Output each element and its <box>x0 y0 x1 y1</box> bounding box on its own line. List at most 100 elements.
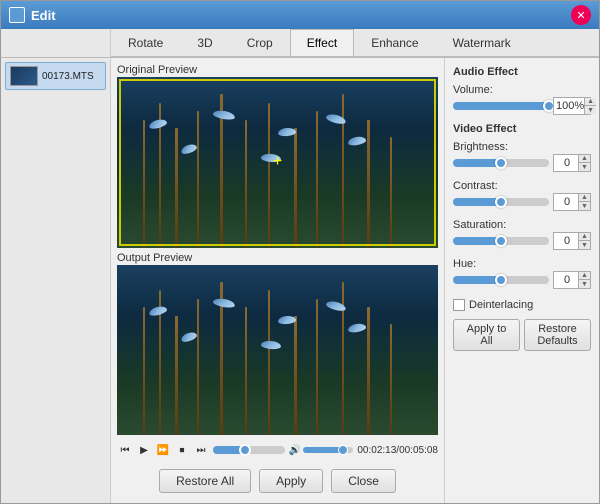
hue-control-row: Hue: 0 ▲ ▼ <box>453 258 591 289</box>
volume-fill <box>303 447 343 453</box>
tab-3d[interactable]: 3D <box>180 29 229 56</box>
close-button[interactable]: ✕ <box>571 5 591 25</box>
saturation-label: Saturation: <box>453 219 591 231</box>
original-preview-box: + <box>117 77 438 248</box>
volume-control: 🔊 <box>289 445 353 456</box>
main-panel: Original Preview <box>111 58 444 503</box>
brightness-down[interactable]: ▼ <box>578 163 590 171</box>
hue-spinbox[interactable]: 0 ▲ ▼ <box>553 271 591 289</box>
saturation-spinbox[interactable]: 0 ▲ ▼ <box>553 232 591 250</box>
contrast-down[interactable]: ▼ <box>578 202 590 210</box>
saturation-down[interactable]: ▼ <box>578 241 590 249</box>
bottom-buttons: Restore All Apply Close <box>117 465 438 497</box>
file-thumbnail <box>10 66 38 86</box>
playback-controls: ⏮ ▶ ⏩ ⏹ ⏭ <box>117 442 209 458</box>
apply-button[interactable]: Apply <box>259 469 323 493</box>
brightness-val: 0 <box>556 157 578 169</box>
volume-slider[interactable] <box>303 447 353 453</box>
brightness-fill <box>453 159 501 167</box>
contrast-val: 0 <box>556 196 578 208</box>
content-area: 00173.MTS Original Preview <box>1 58 599 503</box>
title-bar-left: Edit <box>9 7 56 23</box>
brightness-spinbox[interactable]: 0 ▲ ▼ <box>553 154 591 172</box>
contrast-slider-row: 0 ▲ ▼ <box>453 193 591 211</box>
volume-spinbox-val: 100% <box>556 100 584 112</box>
tab-effect[interactable]: Effect <box>290 29 354 56</box>
hue-label: Hue: <box>453 258 591 270</box>
saturation-handle[interactable] <box>495 235 507 247</box>
contrast-fill <box>453 198 501 206</box>
contrast-label: Contrast: <box>453 180 591 192</box>
deinterlacing-row: Deinterlacing <box>453 299 591 311</box>
tab-bar: Rotate 3D Crop Effect Enhance Watermark <box>111 29 599 57</box>
saturation-arrows: ▲ ▼ <box>578 233 590 249</box>
contrast-control-row: Contrast: 0 ▲ ▼ <box>453 180 591 211</box>
tab-watermark[interactable]: Watermark <box>436 29 528 56</box>
hue-slider[interactable] <box>453 276 549 284</box>
volume-down-arrow[interactable]: ▼ <box>584 106 596 114</box>
restore-defaults-button[interactable]: Restore Defaults <box>524 319 591 351</box>
contrast-arrows: ▲ ▼ <box>578 194 590 210</box>
hue-arrows: ▲ ▼ <box>578 272 590 288</box>
seek-bar[interactable] <box>213 446 285 454</box>
original-video-scene <box>117 77 438 248</box>
skip-end-button[interactable]: ⏭ <box>193 442 209 458</box>
saturation-up[interactable]: ▲ <box>578 233 590 241</box>
hue-handle[interactable] <box>495 274 507 286</box>
volume-spinbox[interactable]: 100% ▲ ▼ <box>553 97 591 115</box>
volume-up-arrow[interactable]: ▲ <box>584 98 596 106</box>
brightness-slider-row: 0 ▲ ▼ <box>453 154 591 172</box>
hue-fill <box>453 276 501 284</box>
output-preview-box <box>117 265 438 436</box>
play-button[interactable]: ▶ <box>136 442 152 458</box>
output-preview-section: Output Preview <box>117 252 438 436</box>
skip-start-button[interactable]: ⏮ <box>117 442 133 458</box>
brightness-handle[interactable] <box>495 157 507 169</box>
apply-to-all-button[interactable]: Apply to All <box>453 319 520 351</box>
title-bar: Edit ✕ <box>1 1 599 29</box>
file-name: 00173.MTS <box>42 71 94 82</box>
tab-rotate[interactable]: Rotate <box>111 29 180 56</box>
volume-slider-fill <box>453 102 549 110</box>
deinterlacing-label: Deinterlacing <box>469 299 533 311</box>
volume-spinbox-arrows: ▲ ▼ <box>584 98 596 114</box>
app-icon <box>9 7 25 23</box>
hue-slider-row: 0 ▲ ▼ <box>453 271 591 289</box>
fast-forward-button[interactable]: ⏩ <box>155 442 171 458</box>
saturation-slider[interactable] <box>453 237 549 245</box>
contrast-spinbox[interactable]: 0 ▲ ▼ <box>553 193 591 211</box>
left-panel: 00173.MTS <box>1 58 111 503</box>
brightness-slider[interactable] <box>453 159 549 167</box>
hue-val: 0 <box>556 274 578 286</box>
saturation-val: 0 <box>556 235 578 247</box>
brightness-label: Brightness: <box>453 141 591 153</box>
contrast-up[interactable]: ▲ <box>578 194 590 202</box>
volume-label: Volume: <box>453 84 591 96</box>
file-item[interactable]: 00173.MTS <box>5 62 106 90</box>
saturation-slider-row: 0 ▲ ▼ <box>453 232 591 250</box>
brightness-up[interactable]: ▲ <box>578 155 590 163</box>
volume-effect-slider[interactable] <box>453 102 549 110</box>
close-dialog-button[interactable]: Close <box>331 469 396 493</box>
edit-window: Edit ✕ Rotate 3D Crop Effect Enhance Wat… <box>0 0 600 504</box>
video-effect-title: Video Effect <box>453 123 591 135</box>
audio-effect-title: Audio Effect <box>453 66 591 78</box>
original-preview-section: Original Preview <box>117 64 438 248</box>
volume-handle[interactable] <box>338 445 348 455</box>
saturation-fill <box>453 237 501 245</box>
saturation-control-row: Saturation: 0 ▲ ▼ <box>453 219 591 250</box>
original-label: Original Preview <box>117 64 438 76</box>
hue-down[interactable]: ▼ <box>578 280 590 288</box>
stop-button[interactable]: ⏹ <box>174 442 190 458</box>
deinterlacing-checkbox[interactable] <box>453 299 465 311</box>
contrast-handle[interactable] <box>495 196 507 208</box>
restore-all-button[interactable]: Restore All <box>159 469 251 493</box>
tab-crop[interactable]: Crop <box>230 29 290 56</box>
contrast-slider[interactable] <box>453 198 549 206</box>
playback-bar: ⏮ ▶ ⏩ ⏹ ⏭ 🔊 00:02:13/00:05 <box>117 439 438 461</box>
seek-handle[interactable] <box>239 444 251 456</box>
time-display: 00:02:13/00:05:08 <box>357 445 438 456</box>
volume-icon: 🔊 <box>289 445 301 456</box>
hue-up[interactable]: ▲ <box>578 272 590 280</box>
tab-enhance[interactable]: Enhance <box>354 29 435 56</box>
